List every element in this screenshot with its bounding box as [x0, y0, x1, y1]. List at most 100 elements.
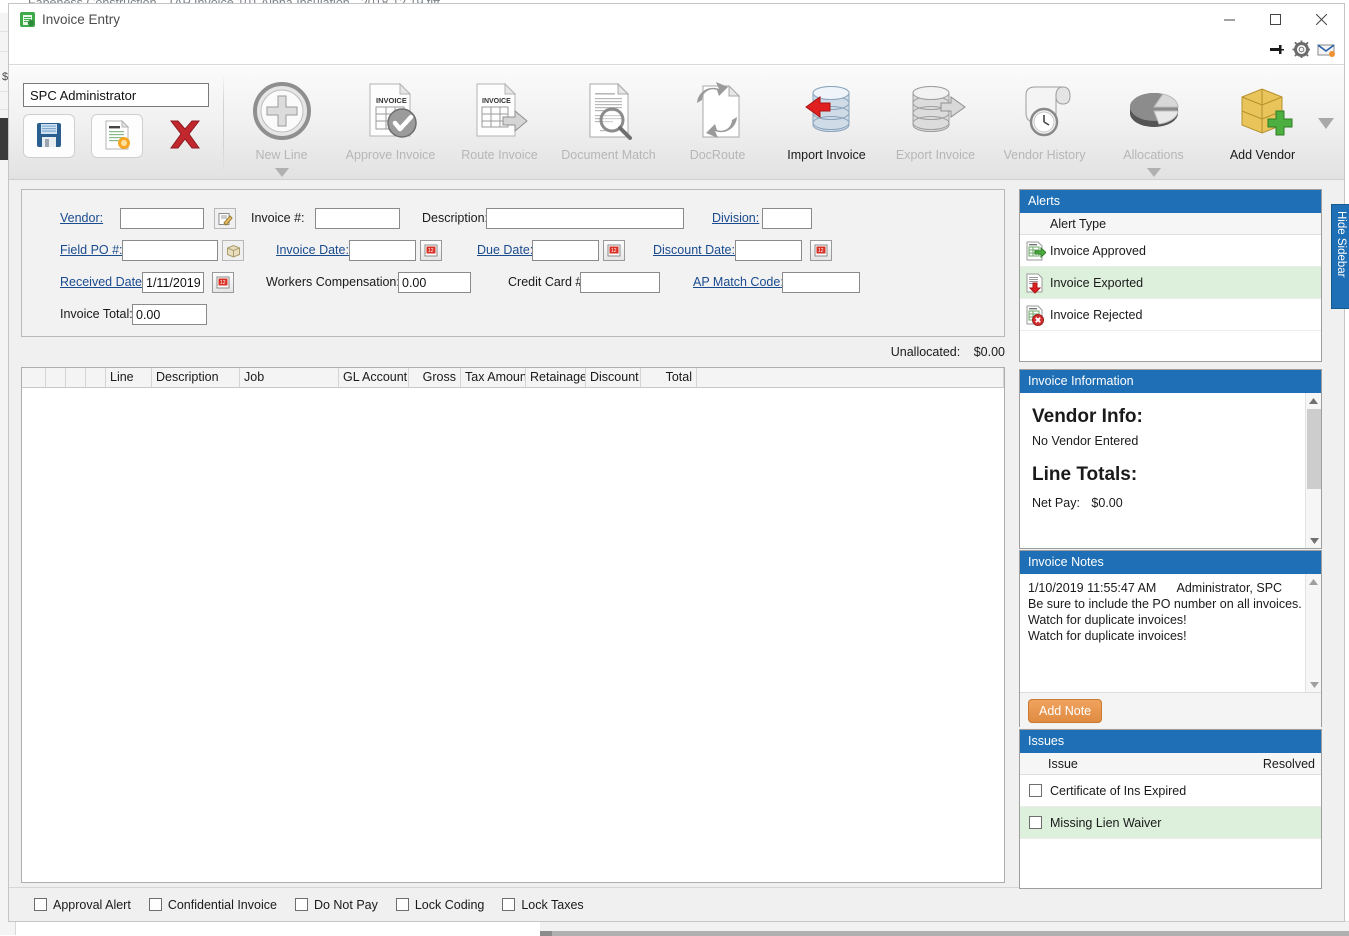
credit-card-input[interactable]	[580, 272, 660, 293]
calendar-icon[interactable]: 12	[603, 240, 625, 261]
issue-row-missing-lien-waiver[interactable]: Missing Lien Waiver	[1020, 807, 1321, 839]
ribbon-item-export-invoice[interactable]: Export Invoice	[881, 74, 990, 180]
grid-col-icon1[interactable]	[46, 368, 66, 387]
ribbon-item-new-line[interactable]: New Line	[227, 74, 336, 180]
ribbon-item-label: Vendor History	[1003, 148, 1086, 162]
grid-col-total[interactable]: Total	[641, 368, 697, 387]
alert-row-invoice-exported[interactable]: Invoice Exported	[1020, 267, 1321, 299]
scrollbar-thumb[interactable]	[1307, 409, 1321, 489]
ap-match-code-label[interactable]: AP Match Code:	[693, 275, 784, 289]
due-date-input[interactable]	[532, 240, 599, 261]
ribbon-overflow-chevron-down-icon[interactable]	[1318, 118, 1334, 132]
box-lookup-icon[interactable]	[222, 240, 244, 261]
hide-sidebar-tab[interactable]: Hide Sidebar	[1331, 204, 1349, 309]
save-button[interactable]	[23, 114, 75, 158]
vendor-label[interactable]: Vendor:	[60, 211, 103, 225]
ribbon-item-route-invoice[interactable]: INVOICE Route Invoice	[445, 74, 554, 180]
scroll-down-icon[interactable]	[1306, 533, 1321, 548]
maximize-icon[interactable]	[1252, 4, 1298, 34]
ribbon-item-label: Allocations	[1123, 148, 1184, 162]
discount-date-input[interactable]	[735, 240, 802, 261]
pin-icon[interactable]	[1267, 40, 1286, 59]
close-icon[interactable]	[1298, 4, 1344, 34]
grid-col-line[interactable]: Line	[106, 368, 152, 387]
discount-date-label[interactable]: Discount Date:	[653, 243, 735, 257]
checkbox-box[interactable]	[395, 898, 409, 911]
chevron-down-icon[interactable]	[274, 166, 289, 180]
checkbox-confidential-invoice[interactable]: Confidential Invoice	[148, 898, 277, 912]
grid-col-icon2[interactable]	[66, 368, 86, 387]
background-horizontal-scrollbar[interactable]	[540, 921, 1349, 936]
mail-icon[interactable]	[1317, 40, 1336, 59]
checkbox-box[interactable]	[34, 898, 47, 911]
add-note-button[interactable]: Add Note	[1028, 699, 1103, 723]
checkbox-box[interactable]	[294, 898, 308, 911]
grid-col-retainage[interactable]: Retainage	[526, 368, 586, 387]
checkbox-box[interactable]	[148, 898, 162, 911]
division-label[interactable]: Division:	[712, 211, 759, 225]
vendor-lookup-icon[interactable]	[214, 208, 236, 229]
ribbon-item-docroute[interactable]: DocRoute	[663, 74, 772, 180]
invoice-notes-scrollbar[interactable]	[1305, 574, 1321, 692]
pie-chart-icon	[1123, 80, 1185, 142]
grid-col-select[interactable]	[22, 368, 46, 387]
grid-rows-area[interactable]	[22, 388, 1004, 882]
scroll-down-icon[interactable]	[1306, 677, 1321, 692]
ap-match-code-input[interactable]	[782, 272, 860, 293]
new-invoice-button[interactable]	[91, 114, 143, 158]
calendar-icon[interactable]: 12	[810, 240, 832, 261]
unallocated-summary: Unallocated: $0.00	[891, 345, 1005, 359]
received-date-input[interactable]	[142, 272, 204, 293]
issue-checkbox[interactable]	[1020, 784, 1050, 797]
ribbon-item-approve-invoice[interactable]: INVOICE Approve Invoice	[336, 74, 445, 180]
calendar-icon[interactable]: 12	[420, 240, 442, 261]
checkbox-approval-alert[interactable]: Approval Alert	[34, 898, 131, 912]
invoice-lines-grid[interactable]: Line Description Job GL Account Gross Ta…	[21, 367, 1005, 883]
minimize-icon[interactable]	[1206, 4, 1252, 34]
checkbox-do-not-pay[interactable]: Do Not Pay	[294, 898, 378, 912]
issue-checkbox[interactable]	[1020, 816, 1050, 829]
chevron-down-icon[interactable]	[1146, 166, 1161, 180]
ribbon-item-allocations[interactable]: Allocations	[1099, 74, 1208, 180]
issue-row-certificate-of-ins-expired[interactable]: Certificate of Ins Expired	[1020, 775, 1321, 807]
checkbox-lock-coding[interactable]: Lock Coding	[395, 898, 484, 912]
division-input[interactable]	[762, 208, 812, 229]
delete-button[interactable]	[159, 114, 211, 158]
invoice-number-input[interactable]	[315, 208, 400, 229]
grid-col-discount[interactable]: Discount	[586, 368, 641, 387]
invoice-notes-panel: Invoice Notes 1/10/2019 11:55:47 AM Admi…	[1019, 550, 1322, 728]
grid-col-gl-account[interactable]: GL Account	[339, 368, 409, 387]
invoice-information-scrollbar[interactable]	[1305, 393, 1321, 548]
grid-col-tax-amount[interactable]: Tax Amount	[461, 368, 526, 387]
issues-column-issue: Issue	[1048, 756, 1078, 771]
description-input[interactable]	[486, 208, 684, 229]
ribbon-item-document-match[interactable]: Document Match	[554, 74, 663, 180]
received-date-label[interactable]: Received Date:	[60, 275, 145, 289]
ribbon-item-import-invoice[interactable]: Import Invoice	[772, 74, 881, 180]
ribbon-item-vendor-history[interactable]: Vendor History	[990, 74, 1099, 180]
invoice-date-input[interactable]	[349, 240, 416, 261]
gear-icon[interactable]	[1292, 40, 1311, 59]
checkbox-box[interactable]	[502, 898, 516, 911]
user-select[interactable]: SPC Administrator	[23, 83, 209, 107]
due-date-label[interactable]: Due Date:	[477, 243, 533, 257]
grid-col-description[interactable]: Description	[152, 368, 240, 387]
invoice-notes-body[interactable]: 1/10/2019 11:55:47 AM Administrator, SPC…	[1020, 574, 1321, 692]
scroll-up-icon[interactable]	[1306, 393, 1321, 408]
invoice-total-input[interactable]	[132, 304, 207, 325]
field-po-input[interactable]	[122, 240, 218, 261]
checkbox-lock-taxes[interactable]: Lock Taxes	[502, 898, 584, 912]
calendar-icon[interactable]: 12	[212, 272, 234, 293]
ribbon-item-add-vendor[interactable]: Add Vendor	[1208, 74, 1317, 180]
grid-col-gross[interactable]: Gross	[409, 368, 461, 387]
workers-comp-input[interactable]	[398, 272, 471, 293]
field-po-label[interactable]: Field PO #:	[60, 243, 123, 257]
alert-row-invoice-approved[interactable]: Invoice Approved	[1020, 235, 1321, 267]
scroll-up-icon[interactable]	[1306, 574, 1321, 589]
grid-col-job[interactable]: Job	[240, 368, 339, 387]
alert-row-invoice-rejected[interactable]: Invoice Rejected	[1020, 299, 1321, 331]
vendor-input[interactable]	[120, 208, 204, 229]
invoice-date-label[interactable]: Invoice Date:	[276, 243, 349, 257]
note-line: Watch for duplicate invoices!	[1028, 629, 1187, 643]
grid-col-icon3[interactable]	[86, 368, 106, 387]
